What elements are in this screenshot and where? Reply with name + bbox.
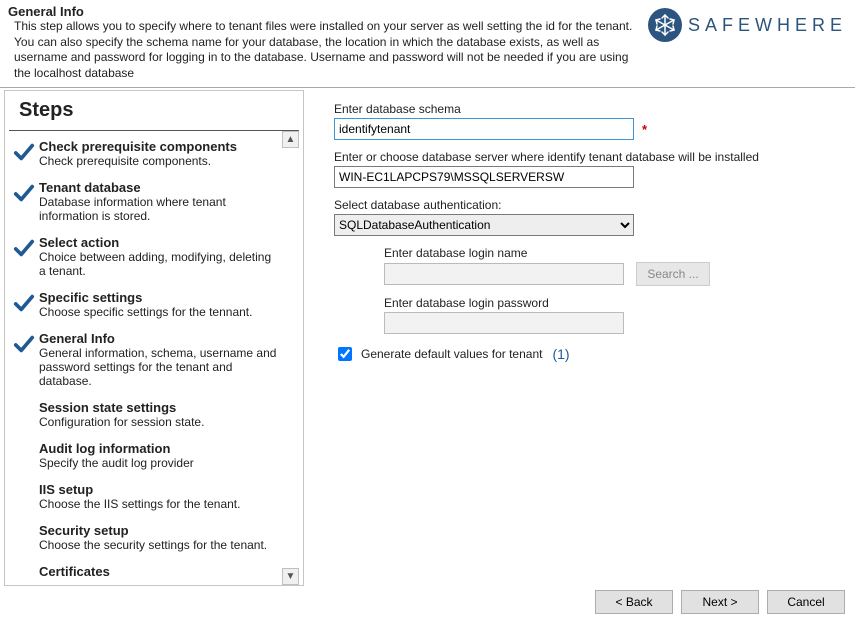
steps-panel: Steps ▲ ▼ Check prerequisite componentsC… [4,90,304,586]
wizard-footer: < Back Next > Cancel [0,588,855,622]
generate-defaults-label[interactable]: Generate default values for tenant [361,347,542,361]
step-title: Select action [39,235,279,250]
brand-text: SAFEWHERE [688,15,847,36]
step-title: Certificates [39,564,279,579]
step-item-6[interactable]: Audit log informationSpecify the audit l… [7,437,301,478]
server-input[interactable] [334,166,634,188]
step-subtitle: Choice between adding, modifying, deleti… [39,250,279,278]
steps-heading: Steps [9,91,299,131]
step-subtitle: Check prerequisite components. [39,154,279,168]
step-item-4[interactable]: General InfoGeneral information, schema,… [7,327,301,396]
password-label: Enter database login password [384,296,837,310]
server-label: Enter or choose database server where id… [334,150,837,164]
step-subtitle: Specify the audit log provider [39,456,279,470]
annotation-badge: (1) [552,346,569,362]
steps-list[interactable]: ▲ ▼ Check prerequisite componentsCheck p… [5,131,303,585]
required-mark-icon: * [642,122,647,137]
step-title: IIS setup [39,482,279,497]
login-label: Enter database login name [384,246,837,260]
step-subtitle: Choose the IIS settings for the tenant. [39,497,279,511]
scroll-down-icon[interactable]: ▼ [282,568,299,585]
generate-defaults-checkbox[interactable] [338,347,352,361]
step-title: Audit log information [39,441,279,456]
auth-select[interactable]: SQLDatabaseAuthentication [334,214,634,236]
step-item-5[interactable]: Session state settingsConfiguration for … [7,396,301,437]
step-item-7[interactable]: IIS setupChoose the IIS settings for the… [7,478,301,519]
page-title: General Info [8,4,636,19]
check-icon [13,331,35,388]
step-item-1[interactable]: Tenant databaseDatabase information wher… [7,176,301,231]
step-title: Tenant database [39,180,279,195]
password-input[interactable] [384,312,624,334]
search-button[interactable]: Search ... [636,262,710,286]
step-subtitle: Database information where tenant inform… [39,195,279,223]
login-input[interactable] [384,263,624,285]
step-item-3[interactable]: Specific settingsChoose specific setting… [7,286,301,327]
schema-input[interactable] [334,118,634,140]
step-item-0[interactable]: Check prerequisite componentsCheck prere… [7,135,301,176]
step-title: General Info [39,331,279,346]
snowflake-icon [648,8,682,42]
step-item-2[interactable]: Select actionChoice between adding, modi… [7,231,301,286]
step-subtitle: General information, schema, username an… [39,346,279,388]
step-item-8[interactable]: Security setupChoose the security settin… [7,519,301,560]
check-icon [13,290,35,319]
check-icon [13,139,35,168]
step-title: Session state settings [39,400,279,415]
scroll-up-icon[interactable]: ▲ [282,131,299,148]
next-button[interactable]: Next > [681,590,759,614]
page-description: This step allows you to specify where to… [14,19,636,81]
step-subtitle: Configuration for session state. [39,415,279,429]
brand-logo: SAFEWHERE [648,4,847,42]
auth-label: Select database authentication: [334,198,837,212]
schema-label: Enter database schema [334,102,837,116]
step-title: Security setup [39,523,279,538]
check-icon [13,235,35,278]
step-subtitle: Choose specific settings for the tennant… [39,305,279,319]
step-subtitle: Choose the security settings for the ten… [39,538,279,552]
step-title: Specific settings [39,290,279,305]
cancel-button[interactable]: Cancel [767,590,845,614]
check-icon [13,180,35,223]
back-button[interactable]: < Back [595,590,673,614]
form-panel: Enter database schema * Enter or choose … [304,88,855,588]
step-title: Check prerequisite components [39,139,279,154]
step-item-9[interactable]: Certificates [7,560,301,585]
